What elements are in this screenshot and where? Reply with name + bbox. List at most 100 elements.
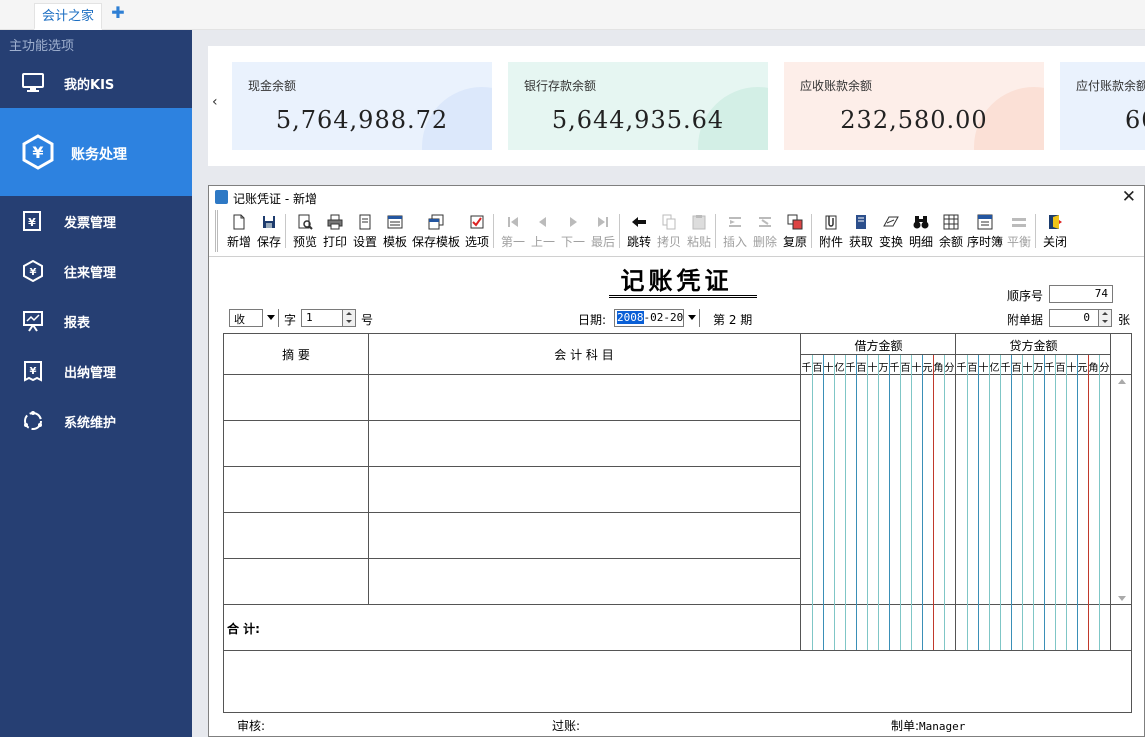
svg-text:¥: ¥: [30, 267, 37, 278]
chevron-left-icon[interactable]: ‹: [212, 94, 218, 110]
scroll-up-icon[interactable]: [1118, 379, 1126, 384]
zhang-label: 张: [1118, 313, 1131, 327]
toolbar-label: 拷贝: [656, 235, 681, 249]
debit-cell[interactable]: [801, 467, 955, 512]
toolbar-button-restore[interactable]: 复原: [780, 210, 810, 252]
digit-header: 十: [823, 363, 834, 374]
toolbar-button-transform[interactable]: 变换: [876, 210, 906, 252]
toolbar-button-balance[interactable]: 平衡: [1004, 210, 1034, 252]
new-doc-icon: [233, 214, 245, 230]
account-cell[interactable]: [369, 467, 800, 512]
sidebar-item-invoice[interactable]: ¥ 发票管理: [0, 196, 192, 246]
toolbar-button-fetch[interactable]: 获取: [846, 210, 876, 252]
toolbar-button-delete[interactable]: 删除: [750, 210, 780, 252]
cash-balance-card[interactable]: 现金余额 5,764,988.72: [232, 62, 492, 150]
digit-header: 百: [1011, 363, 1022, 374]
credit-cell[interactable]: [956, 559, 1110, 604]
attach-stepper[interactable]: [1098, 309, 1112, 327]
toolbar-button-balance-grid[interactable]: 余额: [936, 210, 966, 252]
toolbar-button-first[interactable]: 第一: [498, 210, 528, 252]
balance-icon: [1012, 218, 1026, 227]
toolbar-button-journal[interactable]: 序时簿: [966, 210, 1004, 252]
amount-header-divider: [801, 354, 1111, 355]
toolbar-button-next[interactable]: 下一: [558, 210, 588, 252]
toolbar-button-print[interactable]: 打印: [320, 210, 350, 252]
toolbar-button-last[interactable]: 最后: [588, 210, 618, 252]
toolbar-button-save[interactable]: 保存: [254, 210, 284, 252]
close-icon[interactable]: ✕: [1122, 187, 1136, 207]
toolbar-button-template[interactable]: 模板: [380, 210, 410, 252]
voucher-type-select[interactable]: 收: [229, 309, 279, 327]
account-cell[interactable]: [369, 421, 800, 466]
bank-balance-card[interactable]: 银行存款余额 5,644,935.64: [508, 62, 768, 150]
toolbar-label: 获取: [848, 235, 873, 249]
debit-cell[interactable]: [801, 513, 955, 558]
account-cell[interactable]: [369, 513, 800, 558]
sidebar-item-cashier[interactable]: ¥ 出纳管理: [0, 346, 192, 396]
toolbar-label: 选项: [464, 235, 489, 249]
tab-accounting-home[interactable]: 会计之家: [34, 3, 103, 30]
credit-cell[interactable]: [956, 467, 1110, 512]
toolbar-button-prev[interactable]: 上一: [528, 210, 558, 252]
toolbar-button-preview[interactable]: 预览: [290, 210, 320, 252]
toolbar-label: 变换: [878, 235, 903, 249]
credit-cell[interactable]: [956, 375, 1110, 420]
credit-cell[interactable]: [956, 513, 1110, 558]
summary-cell[interactable]: [224, 559, 368, 604]
summary-cell[interactable]: [224, 375, 368, 420]
sidebar-item-label: 账务处理: [71, 147, 127, 163]
top-tab-bar: 会计之家 ✚: [0, 0, 1145, 30]
paste-icon: [692, 215, 706, 230]
col-header-credit: 贷方金额: [1009, 339, 1058, 353]
sidebar-item-reports[interactable]: 报表: [0, 296, 192, 346]
toolbar-button-jump[interactable]: 跳转: [624, 210, 654, 252]
receivable-balance-card[interactable]: 应收账款余额 232,580.00: [784, 62, 1044, 150]
summary-cell[interactable]: [224, 467, 368, 512]
account-cell[interactable]: [369, 375, 800, 420]
summary-cell[interactable]: [224, 421, 368, 466]
toolbar-button-save-template[interactable]: 保存模板: [410, 210, 462, 252]
debit-cell[interactable]: [801, 375, 955, 420]
chevron-down-icon[interactable]: [683, 309, 699, 327]
chevron-down-icon[interactable]: [262, 309, 278, 327]
toolbar-button-attachment[interactable]: 附件: [816, 210, 846, 252]
heading-underline: [609, 295, 757, 298]
date-picker[interactable]: 2008-02-20: [614, 309, 700, 327]
voucher-heading: 记账凭证: [620, 266, 733, 295]
payable-balance-card[interactable]: 应付账款余额 60: [1060, 62, 1145, 150]
transform-icon: [883, 216, 899, 227]
sidebar-item-ar-ap[interactable]: ¥ 往来管理: [0, 246, 192, 296]
credit-cell[interactable]: [956, 421, 1110, 466]
toolbar-button-paste[interactable]: 粘贴: [684, 210, 714, 252]
prev-icon: [539, 217, 546, 227]
scroll-down-icon[interactable]: [1118, 596, 1126, 601]
page-setup-icon: [359, 214, 371, 230]
toolbar-button-exit[interactable]: 关闭: [1040, 210, 1070, 252]
plus-icon[interactable]: ✚: [110, 5, 126, 21]
number-stepper[interactable]: [342, 309, 356, 327]
toolbar-button-copy[interactable]: 拷贝: [654, 210, 684, 252]
account-cell[interactable]: [369, 559, 800, 604]
toolbar-button-insert[interactable]: 插入: [720, 210, 750, 252]
last-icon: [598, 217, 608, 227]
journal-icon: [977, 214, 993, 230]
toolbar-label: 预览: [292, 235, 317, 249]
sidebar-item-my-kis[interactable]: 我的KIS: [0, 58, 192, 108]
toolbar-button-options[interactable]: 选项: [462, 210, 492, 252]
toolbar-separator: [811, 214, 812, 248]
toolbar-button-new-doc[interactable]: 新增: [224, 210, 254, 252]
sidebar-item-accounting[interactable]: ¥ 账务处理: [0, 108, 192, 196]
grid-scrollbar[interactable]: [1114, 375, 1131, 605]
attach-count-input[interactable]: 0: [1049, 309, 1099, 327]
sidebar-item-system[interactable]: 系统维护: [0, 396, 192, 446]
toolbar-label: 明细: [908, 235, 933, 249]
summary-cell[interactable]: [224, 513, 368, 558]
toolbar-button-binoculars[interactable]: 明细: [906, 210, 936, 252]
seq-input[interactable]: 74: [1049, 285, 1113, 303]
date-label: 日期:: [578, 313, 607, 327]
total-row-bottom: [224, 650, 1131, 651]
toolbar-label: 附件: [818, 235, 843, 249]
debit-cell[interactable]: [801, 421, 955, 466]
debit-cell[interactable]: [801, 559, 955, 604]
toolbar-button-page-setup[interactable]: 设置: [350, 210, 380, 252]
